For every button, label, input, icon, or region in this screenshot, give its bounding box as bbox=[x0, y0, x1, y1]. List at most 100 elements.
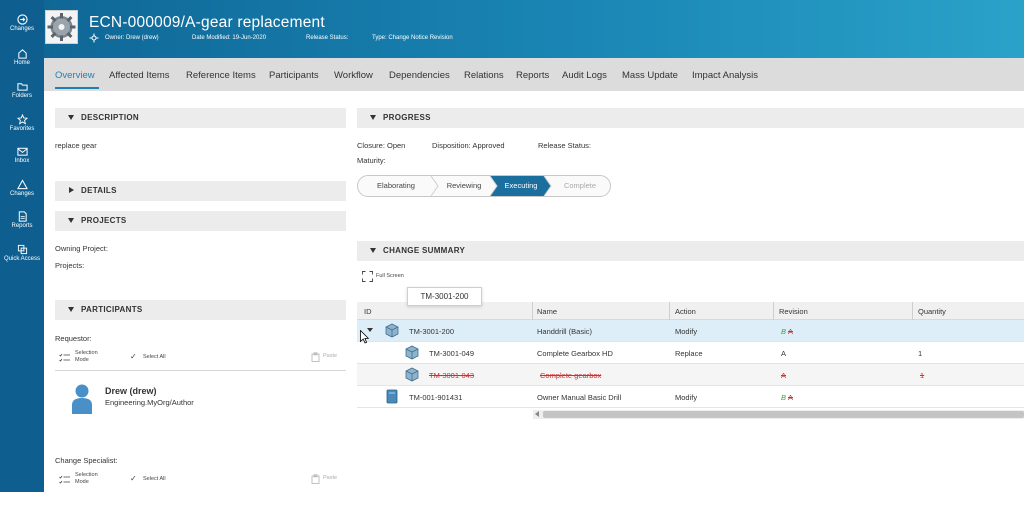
nav-item-changes-2[interactable]: Changes bbox=[0, 179, 44, 209]
column-header-id[interactable]: ID bbox=[364, 307, 372, 316]
paste-button-2[interactable]: Paste bbox=[311, 474, 346, 484]
tab-bar: Overview Affected Items Reference Items … bbox=[44, 58, 1024, 91]
participant-card[interactable]: Drew (drew) Engineering.MyOrg/Author bbox=[55, 371, 346, 425]
nav-item-inbox[interactable]: Inbox bbox=[0, 146, 44, 176]
select-all-label: Select All bbox=[143, 476, 166, 482]
tab-participants[interactable]: Participants bbox=[269, 70, 319, 81]
select-all-button[interactable]: ✓ Select All bbox=[130, 352, 180, 363]
folder-icon bbox=[16, 83, 28, 91]
row-id[interactable]: TM-001-901431 bbox=[409, 393, 462, 402]
tab-mass-update[interactable]: Mass Update bbox=[622, 70, 678, 81]
table-row[interactable]: TM-001-901431 Owner Manual Basic Drill M… bbox=[357, 386, 1024, 408]
row-name: Owner Manual Basic Drill bbox=[537, 393, 622, 402]
row-revision: A bbox=[781, 349, 787, 358]
closure-field: Closure: Open bbox=[357, 141, 406, 150]
nav-item-home[interactable]: Home bbox=[0, 48, 44, 78]
quick-access-icon bbox=[17, 244, 27, 255]
nav-item-quick-access[interactable]: Quick Access bbox=[0, 244, 44, 274]
panel-title: PROGRESS bbox=[383, 113, 431, 122]
selection-mode-label: Mode bbox=[75, 357, 89, 363]
owning-project-label: Owning Project: bbox=[55, 244, 108, 253]
nav-label: Changes bbox=[9, 191, 35, 197]
change-summary-header[interactable]: CHANGE SUMMARY bbox=[357, 241, 1024, 261]
participant-org: Engineering.MyOrg/Author bbox=[105, 398, 194, 407]
nav-label: Folders bbox=[11, 93, 32, 99]
projects-header[interactable]: PROJECTS bbox=[55, 211, 346, 231]
participants-header[interactable]: PARTICIPANTS bbox=[55, 300, 346, 320]
row-id[interactable]: TM-3001-200 bbox=[409, 327, 454, 336]
panel-title: PARTICIPANTS bbox=[81, 305, 143, 314]
checklist-icon bbox=[59, 353, 70, 362]
selection-mode-label: Selection bbox=[75, 350, 98, 356]
horizontal-scrollbar[interactable] bbox=[533, 410, 1024, 419]
scroll-left-icon[interactable] bbox=[535, 411, 539, 417]
disposition-field: Disposition: Approved bbox=[432, 141, 505, 150]
nav-item-reports[interactable]: Reports bbox=[0, 211, 44, 241]
scrollbar-thumb[interactable] bbox=[543, 411, 1024, 418]
change-specialist-label: Change Specialist: bbox=[55, 456, 118, 465]
select-all-button-2[interactable]: ✓ Select All bbox=[130, 474, 180, 485]
participant-name: Drew (drew) bbox=[105, 386, 157, 396]
column-header-quantity[interactable]: Quantity bbox=[918, 307, 946, 316]
changes-icon bbox=[16, 14, 28, 25]
home-icon bbox=[17, 49, 27, 59]
panel-title: DESCRIPTION bbox=[81, 113, 139, 122]
date-modified-field: Date Modified: 19-Jun-2020 bbox=[192, 35, 267, 41]
column-divider[interactable] bbox=[532, 302, 533, 320]
requestor-label: Requestor: bbox=[55, 334, 92, 343]
tab-overview[interactable]: Overview bbox=[55, 70, 95, 81]
column-header-name[interactable]: Name bbox=[537, 307, 557, 316]
selection-mode-toggle[interactable]: Selection Mode bbox=[59, 350, 109, 368]
collapse-caret-icon bbox=[68, 218, 74, 223]
tab-dependencies[interactable]: Dependencies bbox=[389, 70, 450, 81]
row-id[interactable]: TM-3001-049 bbox=[429, 349, 474, 358]
description-header[interactable]: DESCRIPTION bbox=[55, 108, 346, 128]
nav-item-changes[interactable]: Changes bbox=[0, 14, 44, 44]
step-elaborating: Elaborating bbox=[377, 181, 415, 190]
nav-label: Home bbox=[13, 60, 30, 66]
details-header[interactable]: DETAILS bbox=[55, 181, 346, 201]
gear-icon bbox=[47, 13, 76, 41]
description-text: replace gear bbox=[55, 141, 97, 150]
tab-impact-analysis[interactable]: Impact Analysis bbox=[692, 70, 758, 81]
panel-title: DETAILS bbox=[81, 186, 117, 195]
paste-button[interactable]: Paste bbox=[311, 352, 346, 362]
paste-label: Paste bbox=[323, 475, 338, 481]
row-name: Complete Gearbox HD bbox=[537, 349, 613, 358]
release-status-label: Release Status: bbox=[538, 141, 591, 150]
nav-label: Inbox bbox=[14, 158, 30, 164]
id-tooltip: TM-3001-200 bbox=[407, 287, 482, 306]
report-icon bbox=[18, 211, 27, 222]
tab-affected-items[interactable]: Affected Items bbox=[109, 70, 170, 81]
page-title: ECN-000009/A-gear replacement bbox=[89, 14, 325, 31]
column-divider[interactable] bbox=[773, 302, 774, 320]
collapse-caret-icon bbox=[68, 307, 74, 312]
table-row[interactable]: TM-3001-043 Complete gearbox A 1 bbox=[357, 364, 1024, 386]
row-revision-new: B bbox=[781, 327, 787, 336]
gear-thumbnail bbox=[45, 10, 78, 44]
workflow-icon bbox=[89, 33, 99, 43]
table-row[interactable]: TM-3001-200 Handdrill (Basic) Modify B A bbox=[357, 320, 1024, 342]
column-divider[interactable] bbox=[669, 302, 670, 320]
row-revision-old: A bbox=[788, 327, 794, 336]
column-header-revision[interactable]: Revision bbox=[779, 307, 808, 316]
nav-item-folders[interactable]: Folders bbox=[0, 81, 44, 111]
tab-workflow[interactable]: Workflow bbox=[334, 70, 373, 81]
progress-header[interactable]: PROGRESS bbox=[357, 108, 1024, 128]
tab-reference-items[interactable]: Reference Items bbox=[186, 70, 256, 81]
column-divider[interactable] bbox=[912, 302, 913, 320]
step-reviewing: Reviewing bbox=[446, 181, 482, 190]
part-icon bbox=[405, 345, 419, 360]
full-screen-button[interactable]: Full Screen bbox=[362, 271, 422, 283]
nav-item-favorites[interactable]: Favorites bbox=[0, 114, 44, 144]
selection-mode-toggle-2[interactable]: Selection Mode bbox=[59, 472, 109, 490]
tab-reports[interactable]: Reports bbox=[516, 70, 549, 81]
tab-relations[interactable]: Relations bbox=[464, 70, 504, 81]
selection-mode-label: Selection bbox=[75, 472, 98, 478]
select-all-label: Select All bbox=[143, 354, 166, 360]
column-header-action[interactable]: Action bbox=[675, 307, 696, 316]
tab-audit-logs[interactable]: Audit Logs bbox=[562, 70, 607, 81]
table-row[interactable]: TM-3001-049 Complete Gearbox HD Replace … bbox=[357, 342, 1024, 364]
assembly-icon bbox=[385, 323, 399, 338]
row-id[interactable]: TM-3001-043 bbox=[429, 371, 474, 380]
